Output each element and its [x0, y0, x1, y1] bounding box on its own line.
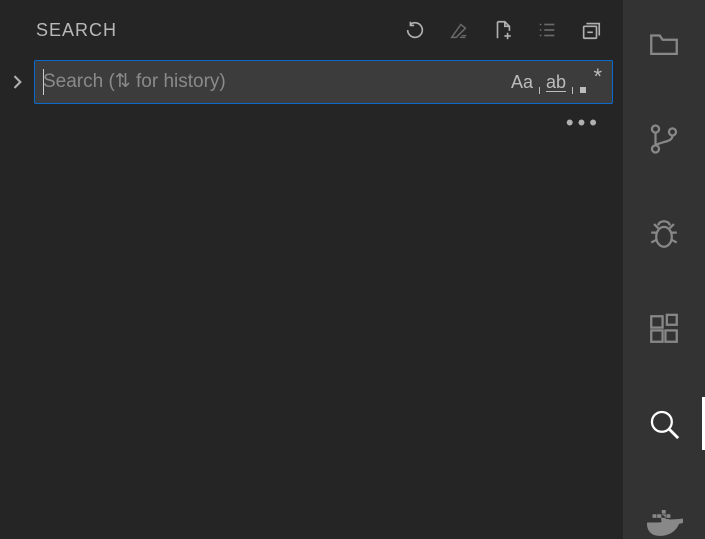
docker-whale-icon — [645, 500, 683, 538]
activity-docker[interactable] — [623, 498, 705, 539]
more-options-row: ••• — [0, 104, 623, 134]
view-list-icon[interactable] — [535, 18, 559, 42]
activity-source-control[interactable] — [623, 119, 705, 160]
panel-title: SEARCH — [36, 20, 117, 41]
activity-search[interactable] — [623, 403, 705, 444]
extensions-icon — [647, 312, 681, 346]
search-icon — [647, 407, 681, 441]
text-cursor — [43, 69, 44, 95]
search-input-options: Aa ab * — [510, 68, 612, 96]
match-case-toggle[interactable]: Aa — [510, 68, 534, 96]
panel-header: SEARCH — [0, 8, 623, 60]
whole-word-toggle[interactable]: ab — [544, 68, 568, 96]
expand-search-chevron-icon[interactable] — [8, 62, 28, 102]
search-input-container: Aa ab * — [34, 60, 613, 104]
folder-icon — [647, 27, 681, 61]
search-panel: SEARCH Aa — [0, 0, 623, 539]
more-options-icon[interactable]: ••• — [566, 112, 601, 134]
search-input[interactable] — [35, 61, 510, 103]
bug-icon — [647, 217, 681, 251]
search-row: Aa ab * — [0, 60, 623, 104]
branch-icon — [647, 122, 681, 156]
new-file-icon[interactable] — [491, 18, 515, 42]
collapse-all-icon[interactable] — [579, 18, 603, 42]
activity-bar — [623, 0, 705, 539]
clear-results-icon[interactable] — [447, 18, 471, 42]
regex-toggle[interactable]: * — [578, 68, 602, 96]
refresh-icon[interactable] — [403, 18, 427, 42]
activity-extensions[interactable] — [623, 308, 705, 349]
header-actions — [403, 18, 603, 42]
activity-explorer[interactable] — [623, 24, 705, 65]
activity-debug[interactable] — [623, 214, 705, 255]
